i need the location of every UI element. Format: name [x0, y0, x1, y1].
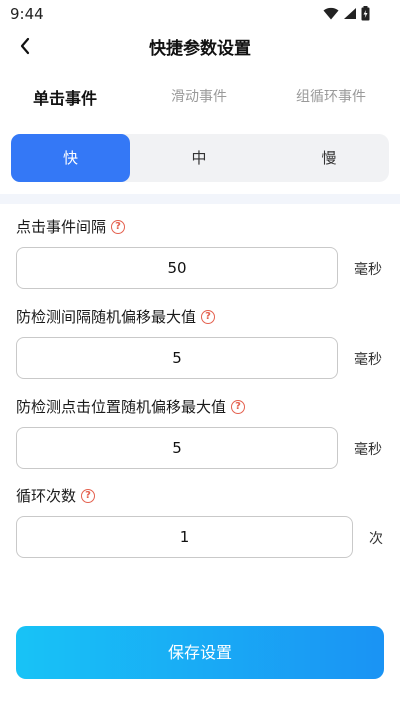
help-icon[interactable]: ?: [231, 399, 246, 414]
speed-medium-option[interactable]: 中: [139, 134, 259, 182]
app-header: 快捷参数设置: [0, 28, 400, 64]
position-offset-label-text: 防检测点击位置随机偏移最大值: [16, 398, 227, 416]
help-icon[interactable]: ?: [81, 488, 96, 503]
section-divider: [0, 194, 400, 204]
position-offset-label: 防检测点击位置随机偏移最大值 ?: [16, 396, 246, 417]
battery-icon: [361, 6, 370, 21]
event-tabs: 单击事件 滑动事件 组循环事件: [0, 82, 400, 112]
save-settings-button[interactable]: 保存设置: [16, 626, 384, 679]
click-interval-label: 点击事件间隔 ?: [16, 216, 126, 237]
help-icon[interactable]: ?: [201, 309, 216, 324]
page-title: 快捷参数设置: [149, 39, 251, 59]
loop-count-unit: 次: [369, 531, 383, 547]
signal-icon: [344, 8, 356, 19]
interval-offset-unit: 毫秒: [354, 352, 382, 368]
speed-fast-option[interactable]: 快: [11, 134, 130, 182]
tab-group-loop[interactable]: 组循环事件: [296, 86, 366, 106]
interval-offset-label: 防检测间隔随机偏移最大值 ?: [16, 306, 216, 327]
interval-offset-input[interactable]: 5: [16, 337, 338, 379]
loop-count-label: 循环次数 ?: [16, 485, 96, 506]
loop-count-input[interactable]: 1: [16, 516, 353, 558]
tab-swipe[interactable]: 滑动事件: [171, 86, 227, 106]
position-offset-input[interactable]: 5: [16, 427, 338, 469]
speed-segmented-control: 快 中 慢: [11, 134, 389, 182]
speed-slow-option[interactable]: 慢: [269, 134, 389, 182]
click-interval-input[interactable]: 50: [16, 247, 338, 289]
status-time: 9:44: [10, 5, 44, 23]
click-interval-label-text: 点击事件间隔: [16, 218, 107, 236]
wifi-icon: [323, 7, 339, 20]
tab-single-click[interactable]: 单击事件: [33, 85, 97, 109]
interval-offset-label-text: 防检测间隔随机偏移最大值: [16, 308, 197, 326]
position-offset-unit: 毫秒: [354, 442, 382, 458]
help-icon[interactable]: ?: [111, 219, 126, 234]
status-icons: [323, 6, 370, 21]
status-bar: 9:44: [0, 0, 400, 28]
loop-count-label-text: 循环次数: [16, 487, 77, 505]
click-interval-unit: 毫秒: [354, 262, 382, 278]
